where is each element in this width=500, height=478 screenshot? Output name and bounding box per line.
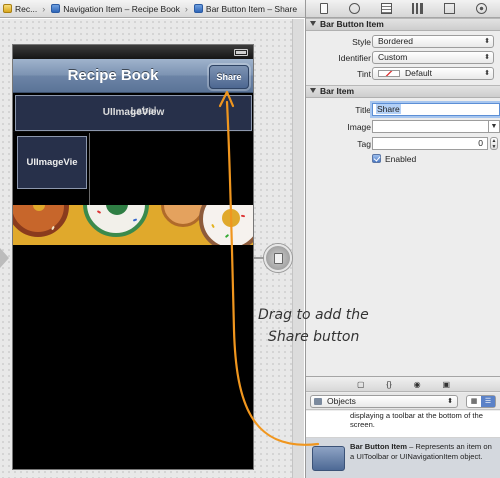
storyboard-icon bbox=[3, 4, 12, 13]
annotation-line: Share button bbox=[268, 329, 360, 345]
canvas-edge bbox=[292, 19, 304, 478]
list-item[interactable]: displaying a toolbar at the bottom of th… bbox=[306, 411, 500, 438]
entry-arrow-icon bbox=[0, 248, 9, 268]
list-item-title: Bar Button Item bbox=[350, 442, 407, 451]
breadcrumb-navigation-item[interactable]: Navigation Item – Recipe Book › bbox=[48, 4, 191, 14]
tag-label: Tag bbox=[357, 139, 371, 149]
identifier-popup[interactable]: Custom ⬍ bbox=[372, 51, 494, 64]
nav-title[interactable]: Recipe Book bbox=[13, 59, 213, 93]
table-cell[interactable]: UIImageVie bbox=[13, 133, 90, 207]
navigation-item-icon bbox=[51, 4, 61, 13]
quick-help-icon[interactable] bbox=[348, 3, 360, 14]
tint-row: Tint Default ⬍ bbox=[306, 66, 500, 82]
title-row: Title Share bbox=[306, 102, 500, 118]
thumbnail-image-view[interactable]: UIImageVie bbox=[17, 136, 87, 189]
breadcrumb-label: Bar Button Item – Share bbox=[205, 3, 298, 14]
file-template-library-icon[interactable]: ▢ bbox=[357, 380, 365, 389]
image-combo-field[interactable]: ▼ bbox=[372, 120, 500, 133]
jump-bar: Rec... › Navigation Item – Recipe Book ›… bbox=[0, 0, 305, 18]
connections-inspector-icon[interactable] bbox=[475, 3, 487, 14]
color-swatch-icon bbox=[378, 70, 400, 77]
bar-button-item-icon bbox=[193, 4, 203, 13]
donut-hole bbox=[222, 209, 240, 227]
updown-arrows-icon: ⬍ bbox=[447, 398, 453, 405]
section-header-bar-button-item[interactable]: Bar Button Item bbox=[306, 18, 500, 31]
attributes-inspector-icon[interactable] bbox=[412, 3, 424, 14]
breadcrumb-label: Rec... bbox=[15, 3, 38, 14]
header-image-view[interactable]: UIImageView Label bbox=[15, 95, 252, 131]
tint-label: Tint bbox=[357, 69, 371, 79]
style-value: Bordered bbox=[378, 36, 413, 46]
tint-value: Default bbox=[405, 68, 432, 78]
library-list[interactable]: displaying a toolbar at the bottom of th… bbox=[306, 411, 500, 478]
inspector-toolbar bbox=[306, 0, 500, 18]
library-filter-popup[interactable]: Objects ⬍ bbox=[310, 395, 458, 408]
disclosure-triangle-icon bbox=[310, 88, 316, 93]
object-library-icon[interactable]: ◉ bbox=[414, 380, 421, 389]
section-header-bar-item[interactable]: Bar Item bbox=[306, 85, 500, 98]
code-snippet-library-icon[interactable]: {} bbox=[386, 380, 391, 389]
enabled-checkbox[interactable]: Enabled bbox=[372, 152, 492, 166]
tag-field[interactable]: 0 bbox=[372, 137, 488, 150]
label-placeholder[interactable]: Label bbox=[26, 95, 261, 129]
navigation-bar[interactable]: Recipe Book Share bbox=[13, 59, 253, 93]
battery-icon bbox=[234, 49, 248, 56]
breadcrumb-storyboard[interactable]: Rec... › bbox=[0, 4, 48, 14]
list-item-description: Bar Button Item – Represents an item on … bbox=[350, 442, 498, 461]
style-label: Style bbox=[352, 37, 371, 47]
enabled-label: Enabled bbox=[385, 154, 417, 164]
sprinkle bbox=[240, 214, 246, 218]
title-value: Share bbox=[376, 104, 401, 114]
tag-stepper[interactable]: ▲ ▼ bbox=[490, 137, 498, 150]
grid-view-icon[interactable]: ▦ bbox=[467, 396, 481, 407]
updown-arrows-icon: ⬍ bbox=[484, 38, 490, 45]
annotation-text: Drag to add the Share button bbox=[258, 304, 428, 348]
chevron-down-icon[interactable]: ▼ bbox=[488, 121, 499, 132]
disclosure-triangle-icon bbox=[310, 21, 316, 26]
style-row: Style Bordered ⬍ bbox=[306, 34, 500, 50]
tag-value: 0 bbox=[478, 138, 483, 148]
tag-row: Tag 0 ▲ ▼ bbox=[306, 136, 500, 152]
share-button[interactable]: Share bbox=[209, 65, 249, 89]
title-field[interactable]: Share bbox=[372, 103, 500, 116]
inspector-pane: Bar Button Item Style Bordered ⬍ Identifi… bbox=[305, 0, 500, 478]
divider bbox=[13, 131, 253, 132]
view-controller-scene[interactable]: Recipe Book Share UIImageView Label UIIm… bbox=[12, 44, 254, 470]
annotation-line: Drag to add the bbox=[258, 307, 369, 323]
size-inspector-icon[interactable] bbox=[443, 3, 455, 14]
identifier-label: Identifier bbox=[338, 53, 371, 63]
list-view-icon[interactable]: ☰ bbox=[481, 396, 495, 407]
view-mode-toggle[interactable]: ▦ ☰ bbox=[466, 395, 496, 408]
list-item-description: displaying a toolbar at the bottom of th… bbox=[350, 411, 483, 429]
tint-popup[interactable]: Default ⬍ bbox=[372, 67, 494, 80]
breadcrumb-bar-button-item[interactable]: Bar Button Item – Share bbox=[191, 4, 300, 14]
chevron-right-icon: › bbox=[42, 3, 46, 14]
identity-inspector-icon[interactable] bbox=[380, 3, 392, 14]
chevron-right-icon: › bbox=[184, 3, 188, 14]
media-library-icon[interactable]: ▣ bbox=[442, 380, 450, 389]
breadcrumb-label: Navigation Item – Recipe Book bbox=[63, 3, 180, 14]
status-bar bbox=[13, 45, 253, 59]
list-item-bar-button-item[interactable]: Bar Button Item – Represents an item on … bbox=[306, 438, 500, 478]
segue-doc-icon bbox=[274, 253, 283, 264]
identifier-value: Custom bbox=[378, 52, 408, 62]
image-label: Image bbox=[347, 122, 371, 132]
identifier-row: Identifier Custom ⬍ bbox=[306, 50, 500, 66]
file-inspector-icon[interactable] bbox=[320, 3, 329, 14]
section-title: Bar Item bbox=[320, 86, 355, 96]
library-filter-value: Objects bbox=[327, 396, 356, 406]
bar-button-item-icon[interactable] bbox=[312, 446, 345, 471]
library-filter-bar: Objects ⬍ ▦ ☰ bbox=[306, 393, 500, 410]
objects-icon bbox=[314, 398, 322, 405]
style-popup[interactable]: Bordered ⬍ bbox=[372, 35, 494, 48]
section-title: Bar Button Item bbox=[320, 19, 384, 29]
title-label: Title bbox=[355, 105, 371, 115]
donut-background-image bbox=[13, 205, 253, 245]
image-row: Image ▼ bbox=[306, 119, 500, 135]
segue-icon[interactable] bbox=[264, 244, 292, 272]
updown-arrows-icon: ⬍ bbox=[484, 70, 490, 77]
library-tab-bar: ▢ {} ◉ ▣ bbox=[306, 376, 500, 392]
updown-arrows-icon: ⬍ bbox=[484, 54, 490, 61]
checkmark-icon bbox=[372, 154, 381, 163]
